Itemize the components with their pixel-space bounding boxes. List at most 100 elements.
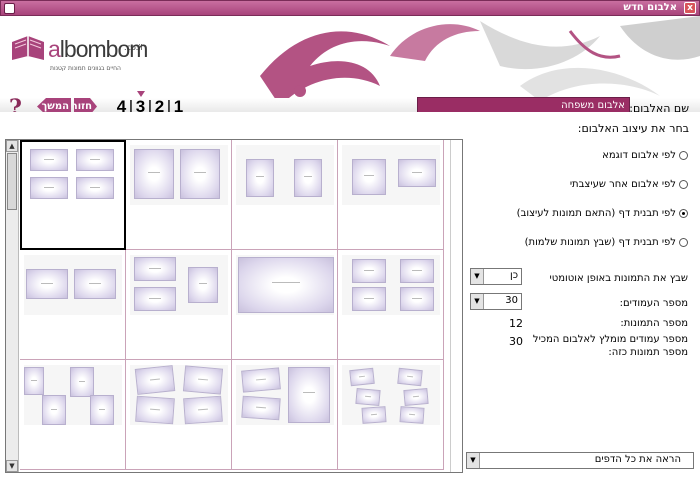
photos-value: 12 — [509, 317, 523, 330]
photo-placeholder — [349, 367, 375, 387]
brand-prefix: a — [48, 36, 61, 62]
template-cell[interactable] — [338, 360, 444, 470]
pages-select[interactable]: ▼ 30 — [470, 293, 522, 310]
book-logo-icon — [12, 36, 44, 60]
photo-placeholder — [400, 287, 434, 311]
photo-placeholder — [134, 365, 176, 395]
template-page-preview — [342, 255, 440, 315]
radio-label: לפי תבנית דף (התאם תמונות לעיצוב) — [516, 208, 676, 219]
template-cell[interactable] — [232, 250, 338, 360]
template-page-preview — [26, 147, 124, 207]
scroll-up-arrow-icon[interactable]: ▲ — [6, 140, 18, 152]
photo-placeholder — [70, 367, 94, 397]
template-page-preview — [236, 255, 334, 315]
current-step-marker-icon — [137, 91, 145, 97]
radio-page-template-whole[interactable]: לפי תבנית דף (שבץ תמונות שלמות) — [525, 237, 688, 248]
radio-label: לפי אלבום דוגמא — [602, 150, 676, 161]
dropdown-arrow-icon[interactable]: ▼ — [471, 294, 484, 309]
photos-label: מספר התמונות: — [620, 318, 688, 329]
radio-page-template-fit[interactable]: לפי תבנית דף (התאם תמונות לעיצוב) — [517, 208, 688, 219]
photo-placeholder — [135, 395, 175, 425]
photo-placeholder — [352, 159, 386, 195]
photo-placeholder — [238, 257, 334, 313]
template-page-preview — [130, 365, 228, 425]
template-cell[interactable] — [338, 250, 444, 360]
brand-tagline: החיים בגוונים תמונות קטנות — [50, 65, 121, 72]
design-options-panel: בחר את עיצוב האלבום: לפי אלבום דוגמא לפי… — [466, 112, 700, 478]
template-page-preview — [342, 145, 440, 205]
photo-placeholder — [134, 149, 174, 199]
photo-placeholder — [134, 257, 176, 281]
radio-label: לפי אלבום אחר שעיצבתי — [569, 179, 676, 190]
template-page-preview — [24, 255, 122, 315]
template-page-preview — [24, 365, 122, 425]
photo-placeholder — [397, 367, 423, 387]
auto-place-select[interactable]: ▼ כן — [470, 268, 522, 285]
header: albombom .co.il החיים בגוונים תמונות קטנ… — [0, 16, 700, 112]
template-cell[interactable] — [126, 250, 232, 360]
app-icon — [4, 3, 15, 14]
recommended-label: מספר עמודים מומלץ לאלבום המכיל מספר תמונ… — [532, 334, 688, 358]
auto-place-value: כן — [509, 270, 518, 281]
template-cell[interactable] — [338, 140, 444, 250]
photo-placeholder — [30, 149, 68, 171]
title-bar: אלבום חדש x — [0, 0, 700, 16]
photo-placeholder — [399, 406, 425, 424]
logo: albombom .co.il החיים בגוונים תמונות קטנ… — [10, 26, 150, 76]
step-1[interactable]: 1 — [172, 97, 185, 112]
photo-placeholder — [76, 177, 114, 199]
template-cell[interactable] — [232, 360, 338, 470]
template-cell[interactable] — [126, 140, 232, 250]
pages-label: מספר העמודים: — [619, 298, 688, 309]
template-page-preview — [130, 145, 228, 205]
recommended-value: 30 — [509, 335, 523, 348]
template-cell[interactable] — [20, 140, 126, 250]
close-button[interactable]: x — [684, 2, 696, 14]
photo-placeholder — [24, 367, 44, 395]
template-page-preview — [236, 365, 334, 425]
photo-placeholder — [42, 395, 66, 425]
template-cell[interactable] — [20, 360, 126, 470]
photo-placeholder — [400, 259, 434, 283]
radio-other-album[interactable]: לפי אלבום אחר שעיצבתי — [570, 179, 688, 190]
photo-placeholder — [288, 367, 330, 423]
step-4[interactable]: 4 — [115, 97, 128, 112]
radio-circle-icon[interactable] — [679, 151, 688, 160]
design-heading: בחר את עיצוב האלבום: — [577, 122, 689, 135]
template-cell[interactable] — [232, 140, 338, 250]
page-filter-select[interactable]: ▼ הראה את כל הדפים — [466, 452, 694, 469]
vertical-scrollbar[interactable]: ▲ ▼ — [6, 140, 19, 472]
template-cell[interactable] — [20, 250, 126, 360]
photo-placeholder — [183, 395, 223, 425]
photo-placeholder — [294, 159, 322, 197]
radio-circle-selected-icon[interactable] — [679, 209, 688, 218]
dropdown-arrow-icon[interactable]: ▼ — [467, 453, 480, 468]
scroll-down-arrow-icon[interactable]: ▼ — [6, 460, 18, 472]
photo-placeholder — [241, 395, 281, 421]
radio-circle-icon[interactable] — [679, 180, 688, 189]
pages-value: 30 — [505, 295, 518, 306]
photo-placeholder — [188, 267, 218, 303]
brand-tld: .co.il — [124, 43, 143, 52]
photo-placeholder — [352, 259, 386, 283]
photo-placeholder — [74, 269, 116, 299]
scrollbar-thumb[interactable] — [7, 153, 17, 210]
radio-label: לפי תבנית דף (שבץ תמונות שלמות) — [524, 237, 676, 248]
photo-placeholder — [182, 365, 224, 395]
template-grid — [20, 140, 450, 472]
template-cell[interactable] — [126, 360, 232, 470]
template-page-preview — [342, 365, 440, 425]
step-indicator: 4 | 3 | 2 | 1 — [115, 91, 185, 112]
album-name-input[interactable]: אלבום משפחה — [417, 97, 630, 112]
photo-placeholder — [26, 269, 68, 299]
window-title: אלבום חדש — [623, 2, 677, 13]
dropdown-arrow-icon[interactable]: ▼ — [471, 269, 484, 284]
photo-placeholder — [361, 406, 387, 424]
radio-sample-album[interactable]: לפי אלבום דוגמא — [602, 150, 688, 161]
step-3[interactable]: 3 — [134, 97, 147, 112]
radio-circle-icon[interactable] — [679, 238, 688, 247]
step-2[interactable]: 2 — [153, 97, 166, 112]
photo-placeholder — [180, 149, 220, 199]
help-button[interactable]: ? — [9, 95, 22, 112]
album-name-label: שם האלבום: — [629, 102, 689, 112]
